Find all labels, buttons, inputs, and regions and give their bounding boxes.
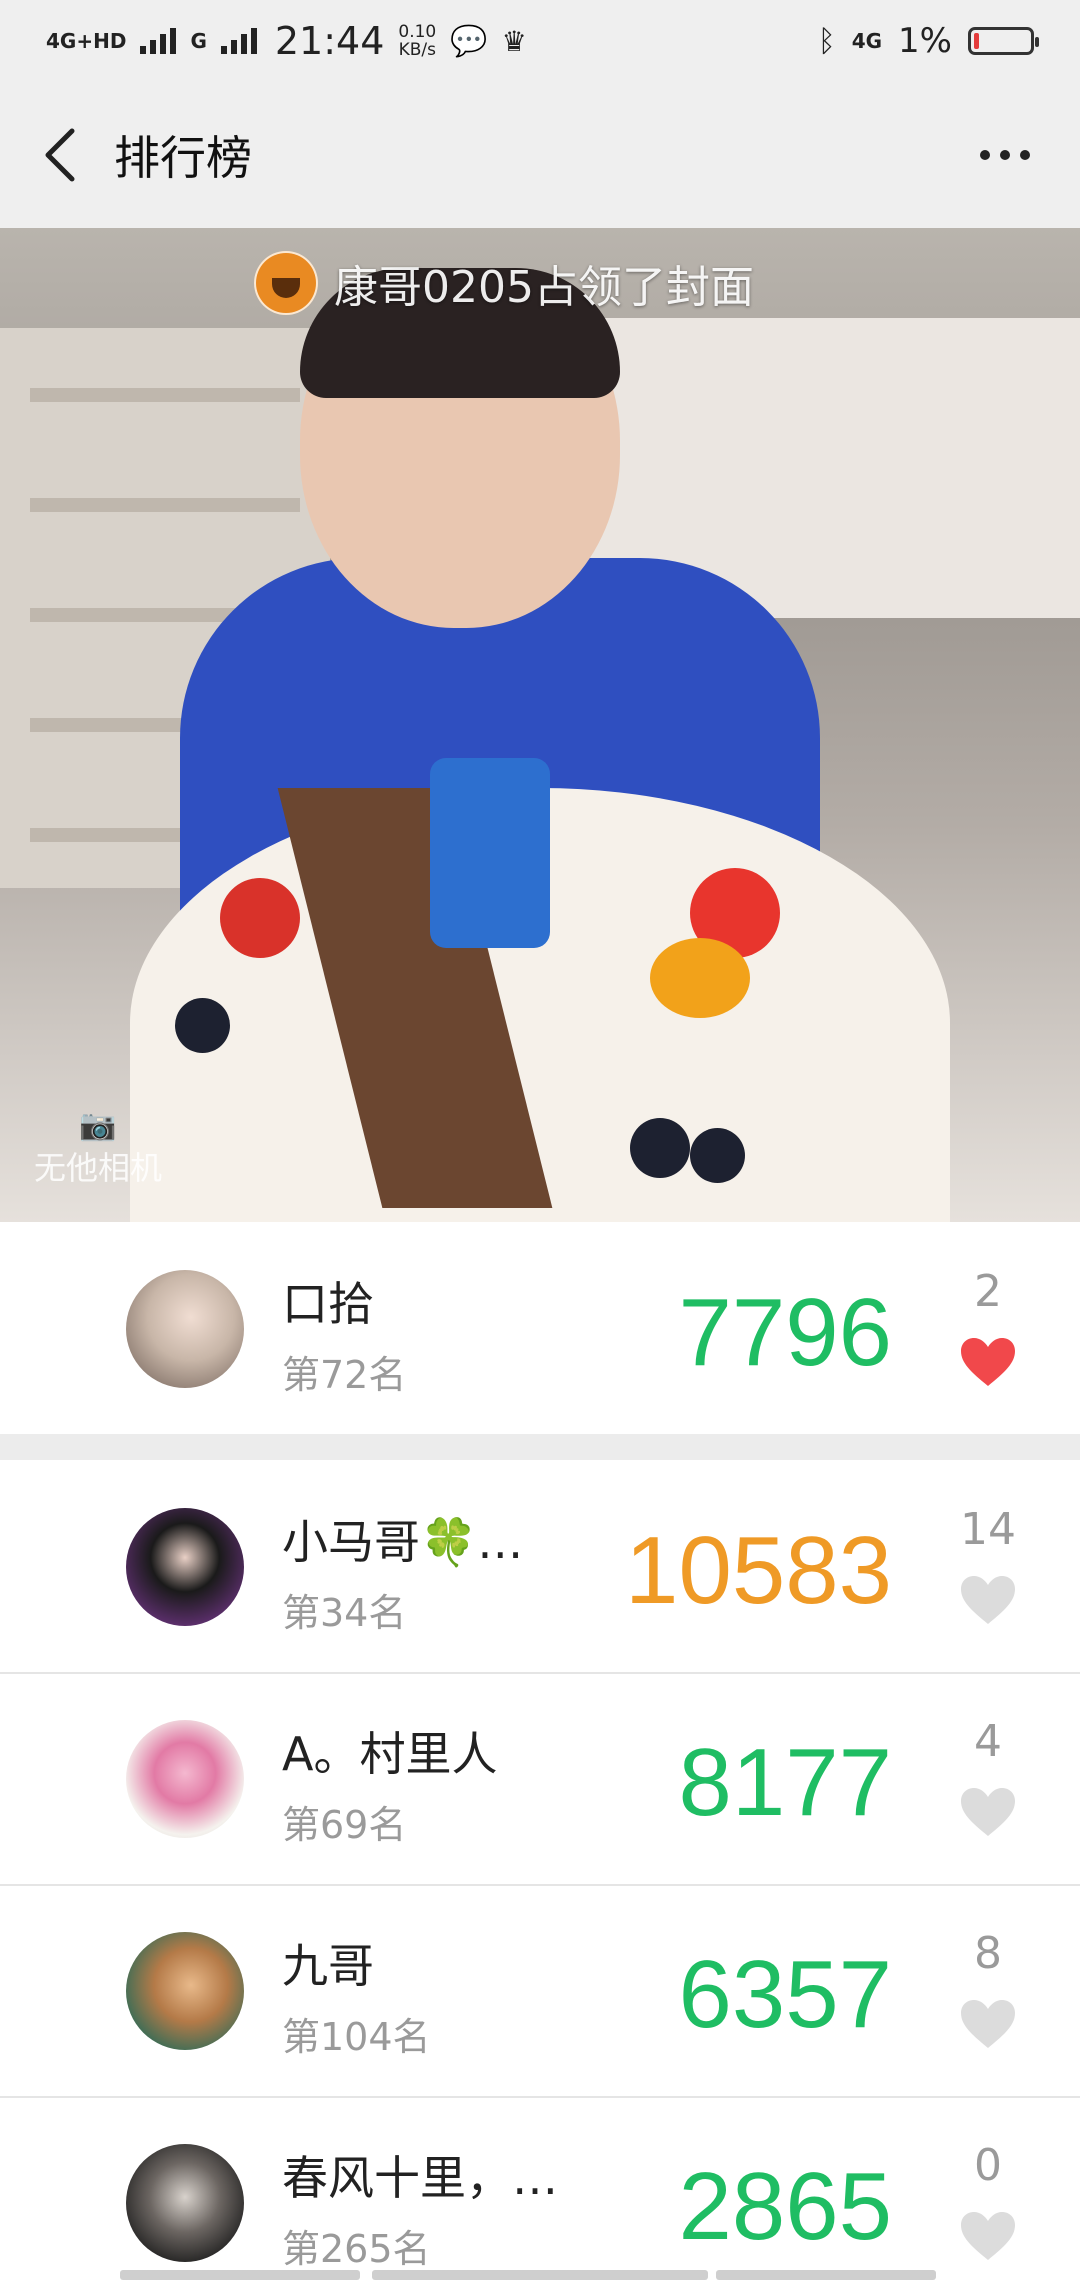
like-count: 14 [960, 1504, 1016, 1555]
user-name: 九哥 [282, 1939, 374, 1993]
battery-percent: 1% [898, 21, 952, 61]
back-button[interactable] [4, 82, 114, 228]
avatar[interactable] [126, 1270, 244, 1388]
section-separator [0, 1434, 1080, 1460]
like-count: 2 [974, 1266, 1002, 1317]
toy-train [430, 758, 550, 948]
user-rank: 第104名 [282, 2015, 431, 2059]
like-count: 0 [974, 2140, 1002, 2191]
user-rank: 第265名 [282, 2227, 431, 2271]
like-button[interactable] [938, 1998, 1038, 2068]
list-item[interactable]: 小马哥🍀… 第34名 10583 14 [0, 1462, 1080, 1672]
user-rank: 第72名 [282, 1353, 407, 1397]
user-rank: 第69名 [282, 1803, 407, 1847]
status-left: 4G+HD G 21:44 0.10 KB/s 💬 ♛ [46, 19, 527, 63]
network-type-1: 4G+HD [46, 29, 127, 53]
fruit [690, 1128, 745, 1183]
avatar[interactable] [126, 2144, 244, 2262]
user-name: 小马哥🍀… [282, 1515, 524, 1569]
bottom-tab-hint [372, 2270, 708, 2280]
chevron-left-icon [45, 128, 75, 182]
net-speed: 0.10 KB/s [398, 23, 436, 59]
crown-icon: ♛ [501, 24, 527, 58]
network-type-2: G [190, 29, 207, 53]
step-count: 8177 [678, 1729, 892, 1836]
status-right: ᛒ 4G 1% [817, 21, 1039, 61]
nav-bar: 排行榜 [0, 82, 1080, 228]
more-dots-icon [980, 150, 990, 160]
like-button[interactable] [938, 1336, 1038, 1406]
fruit [650, 938, 750, 1018]
net-speed-unit: KB/s [398, 40, 436, 60]
bottom-tab-hint [120, 2270, 360, 2280]
camera-icon: 📷 [79, 1108, 117, 1143]
cover-image[interactable]: 康哥0205占领了封面 📷 无他相机 [0, 228, 1080, 1222]
step-count: 2865 [678, 2153, 892, 2260]
list-item[interactable]: 春风十里，… 第265名 2865 0 [0, 2098, 1080, 2280]
avatar[interactable] [126, 1932, 244, 2050]
network-type-right: 4G [851, 29, 883, 53]
like-button[interactable] [938, 2210, 1038, 2280]
user-name: A。村里人 [282, 1727, 498, 1781]
like-button[interactable] [938, 1574, 1038, 1644]
page-title: 排行榜 [114, 131, 252, 185]
fruit [220, 878, 300, 958]
heart-icon [961, 1338, 1015, 1386]
list-item[interactable]: 九哥 第104名 6357 8 [0, 1886, 1080, 2096]
user-name: 口拾 [282, 1277, 374, 1331]
more-button[interactable] [970, 125, 1040, 185]
signal-icon-2 [220, 28, 257, 54]
heart-icon [961, 1576, 1015, 1624]
watermark-text: 无他相机 [34, 1149, 163, 1187]
cover-caption: 康哥0205占领了封面 [254, 248, 754, 318]
avatar[interactable] [126, 1720, 244, 1838]
step-count: 6357 [678, 1941, 892, 2048]
like-count: 8 [974, 1928, 1002, 1979]
list-item[interactable]: A。村里人 第69名 8177 4 [0, 1674, 1080, 1884]
heart-icon [961, 2000, 1015, 2048]
bottom-tab-hint [716, 2270, 936, 2280]
wechat-icon: 💬 [450, 23, 488, 59]
cover-caption-text: 康哥0205占领了封面 [334, 262, 754, 313]
caption-avatar [254, 251, 318, 315]
fruit [630, 1118, 690, 1178]
battery-icon [968, 27, 1039, 55]
bluetooth-icon: ᛒ [817, 23, 836, 59]
heart-icon [961, 1788, 1015, 1836]
clock: 21:44 [274, 19, 385, 63]
user-rank: 第34名 [282, 1591, 407, 1635]
signal-icon [140, 28, 177, 54]
my-rank-row[interactable]: 口拾 第72名 7796 2 [0, 1224, 1080, 1434]
heart-icon [961, 2212, 1015, 2260]
camera-watermark: 📷 无他相机 [34, 1108, 162, 1189]
step-count: 7796 [678, 1279, 892, 1386]
fruit [175, 998, 230, 1053]
step-count: 10583 [625, 1517, 892, 1624]
like-count: 4 [974, 1716, 1002, 1767]
net-speed-value: 0.10 [398, 22, 437, 42]
like-button[interactable] [938, 1786, 1038, 1856]
avatar[interactable] [126, 1508, 244, 1626]
status-bar: 4G+HD G 21:44 0.10 KB/s 💬 ♛ ᛒ 4G 1% [0, 0, 1080, 82]
user-name: 春风十里，… [282, 2151, 558, 2205]
